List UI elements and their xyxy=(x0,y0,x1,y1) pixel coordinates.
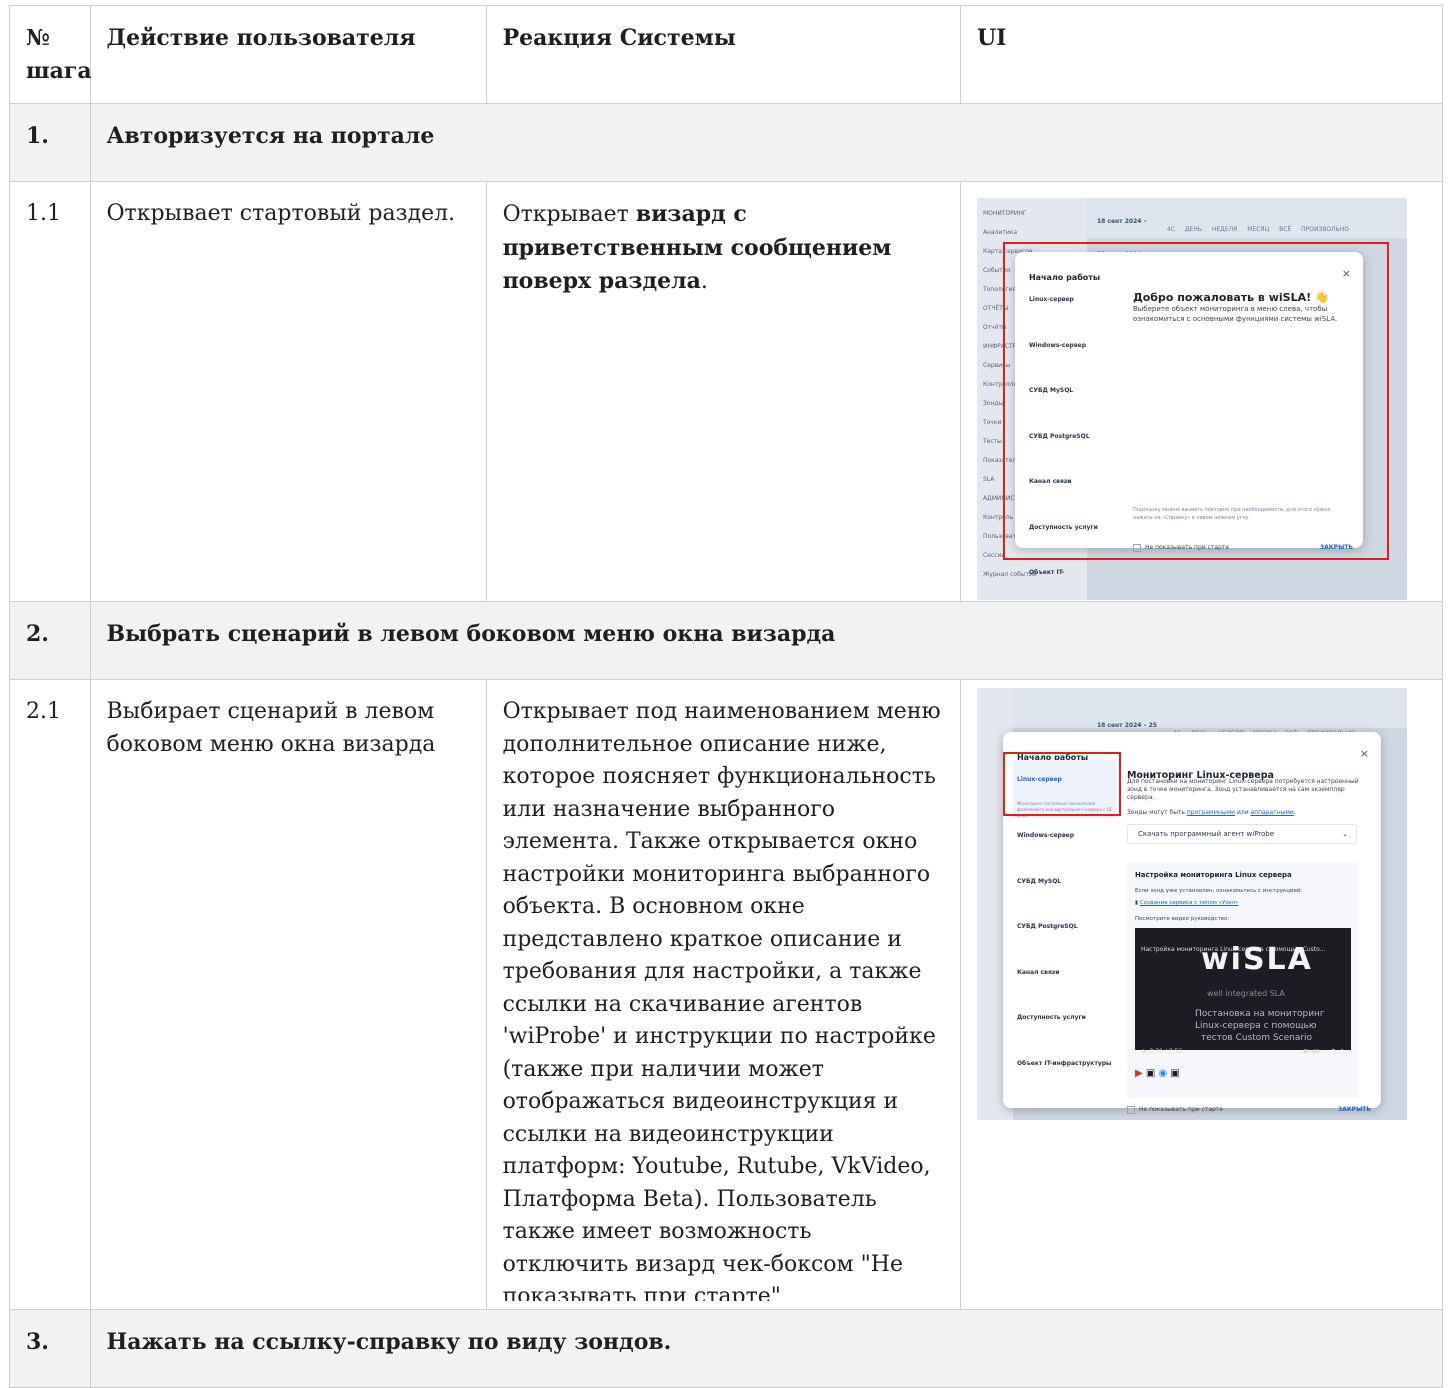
close-button[interactable]: ЗАКРЫТЬ xyxy=(1320,532,1353,565)
scenario-menu: Linux-сервер Windows-сервер СУБД MySQL СУБД… xyxy=(1029,284,1099,600)
scenario-menu-item[interactable]: Объект IT-инфраструктуры xyxy=(1029,557,1099,600)
video-subtitle: тестов Custom Scenario xyxy=(1200,1033,1313,1043)
section-number: 1. xyxy=(9,103,91,182)
wizard-modal: Начало работы × Linux-сервер Мониторинг … xyxy=(1002,732,1381,1114)
scenario-menu-item[interactable]: Объект IT-инфраструктуры xyxy=(1017,1048,1113,1081)
section-number: 2. xyxy=(9,601,91,680)
scenario-intro: Для постановки на мониторинг Linux-серве… xyxy=(1126,778,1359,801)
sidebar-item[interactable]: Аналитика xyxy=(983,223,1056,242)
welcome-text: Выберите объект мониторинга в меню слева… xyxy=(1132,305,1338,323)
header-reaction: Реакция Системы xyxy=(485,5,961,104)
youtube-icon: ▶ xyxy=(1134,1068,1143,1079)
header-step: № шага xyxy=(9,5,92,104)
highlight-frame xyxy=(1002,752,1121,816)
setup-card: Настройка мониторинга Linux сервера Если… xyxy=(1126,862,1359,1098)
video-controls[interactable]: ◼ ◀◉ ── ⚙ ⤢ xyxy=(1303,1036,1343,1069)
video-player[interactable]: Настройка мониторинга Linux сервера с по… xyxy=(1134,928,1351,1055)
system-reaction: Открывает под наименованием меню дополни… xyxy=(485,679,961,1310)
scenario-menu-item[interactable]: Канал связи xyxy=(1029,466,1099,499)
close-icon[interactable]: × xyxy=(1342,258,1351,291)
header-ui: UI xyxy=(959,5,1444,104)
table-row: 2.1 Выбирает сценарий в левом боковом ме… xyxy=(9,679,1444,1310)
scenario-menu-item[interactable]: Канал связи xyxy=(1017,957,1113,990)
scenario-menu-item[interactable]: СУБД MySQL xyxy=(1017,866,1113,899)
close-icon[interactable]: × xyxy=(1360,738,1369,771)
step-number: 1.1 xyxy=(9,181,91,602)
ui-screenshot-cell: 18 сент 2024 – 25 сент 2024 4С ДЕНЬ НЕДЕ… xyxy=(959,679,1444,1310)
setup-link[interactable]: ▮ Создание сервиса с типом «Узел» xyxy=(1135,898,1239,908)
probes-text: Зонды могут быть программными или аппара… xyxy=(1126,809,1296,816)
section-number: 3. xyxy=(9,1309,91,1388)
rutube-icon: ▣ xyxy=(1145,1068,1156,1079)
scenario-menu-item[interactable]: Доступность услуги xyxy=(1029,512,1099,545)
user-action: Выбирает сценарий в левом боковом меню о… xyxy=(89,679,487,1310)
table-header-row: № шага Действие пользователя Реакция Сис… xyxy=(9,5,1444,104)
section-title: Авторизуется на портале xyxy=(89,103,1444,182)
table-row: 1.1 Открывает стартовый раздел. Открывае… xyxy=(9,181,1444,602)
section-row: 1. Авторизуется на портале xyxy=(9,103,1444,182)
platform-beta-icon: ▣ xyxy=(1170,1068,1180,1079)
step-number: 2.1 xyxy=(9,679,91,1310)
app-topbar: 18 сент 2024 – 25 сент 2024 4С ДЕНЬ НЕДЕ… xyxy=(1012,688,1407,762)
ui-screenshot-cell: МОНИТОРИНГ Аналитика Карта сервисов События… xyxy=(959,181,1444,602)
checkbox-box[interactable] xyxy=(1126,1105,1135,1114)
wizard-modal: Начало работы × Linux-сервер Windows-серв… xyxy=(1014,252,1363,576)
section-row: 3. Нажать на ссылку-справку по виду зонд… xyxy=(9,1309,1444,1388)
section-row: 2. Выбрать сценарий в левом боковом меню… xyxy=(9,601,1444,680)
video-label: Посмотрите видео руководство: xyxy=(1134,916,1230,922)
sidebar-item[interactable]: МОНИТОРИНГ xyxy=(983,204,1056,223)
welcome-wizard-screenshot: МОНИТОРИНГ Аналитика Карта сервисов События… xyxy=(976,198,1407,600)
checkbox-box[interactable] xyxy=(1132,543,1141,552)
scenario-menu-item[interactable]: Доступность услуги xyxy=(1017,1002,1113,1035)
hint-text: Подсказку можно вызвать повторно при нео… xyxy=(1132,507,1331,521)
section-title: Нажать на ссылку-справку по виду зондов. xyxy=(89,1309,1444,1388)
close-button[interactable]: ЗАКРЫТЬ xyxy=(1338,1094,1371,1120)
scenario-menu-item[interactable]: Windows-сервер xyxy=(1017,820,1113,853)
vkvideo-icon: ◉ xyxy=(1158,1068,1168,1079)
linux-scenario-screenshot: 18 сент 2024 – 25 сент 2024 4С ДЕНЬ НЕДЕ… xyxy=(976,688,1407,1120)
probes-hw-link[interactable]: аппаратными xyxy=(1251,809,1294,816)
platform-links[interactable]: ▶ ▣ ◉ ▣ xyxy=(1135,1058,1180,1091)
setup-text: Если зонд уже установлен, ознакомьтесь с… xyxy=(1134,888,1303,894)
scenario-menu-item[interactable]: Linux-сервер xyxy=(1029,284,1099,317)
scenario-menu-item[interactable]: Windows-сервер xyxy=(1029,330,1099,363)
video-logo: wiSLA xyxy=(1200,942,1313,977)
section-title: Выбрать сценарий в левом боковом меню ок… xyxy=(89,601,1444,680)
chevron-down-icon: ⌄ xyxy=(1342,830,1348,838)
dont-show-checkbox[interactable]: Не показывать при старте xyxy=(1126,1094,1223,1120)
app-topbar: 18 сент 2024 – 25 сент 2024 4С ДЕНЬ НЕДЕ… xyxy=(1086,198,1407,258)
system-reaction: Открывает визард с приветственным сообще… xyxy=(485,181,961,602)
setup-title: Настройка мониторинга Linux сервера xyxy=(1134,871,1292,879)
scenario-menu-item[interactable]: СУБД MySQL xyxy=(1029,375,1099,408)
download-agent-dropdown[interactable]: Скачать программный агент wiProbe ⌄ xyxy=(1126,824,1357,844)
probes-soft-link[interactable]: программными xyxy=(1187,809,1235,816)
scenario-menu-item[interactable]: СУБД PostgreSQL xyxy=(1029,421,1099,454)
user-action: Открывает стартовый раздел. xyxy=(89,181,487,602)
steps-table: № шага Действие пользователя Реакция Сис… xyxy=(9,5,1444,1388)
dont-show-checkbox[interactable]: Не показывать при старте xyxy=(1132,532,1229,565)
header-action: Действие пользователя xyxy=(89,5,487,104)
scenario-menu-item[interactable]: СУБД PostgreSQL xyxy=(1017,911,1113,944)
scenario-menu: Windows-сервер СУБД MySQL СУБД PostgreSQL К… xyxy=(1017,820,1113,1093)
